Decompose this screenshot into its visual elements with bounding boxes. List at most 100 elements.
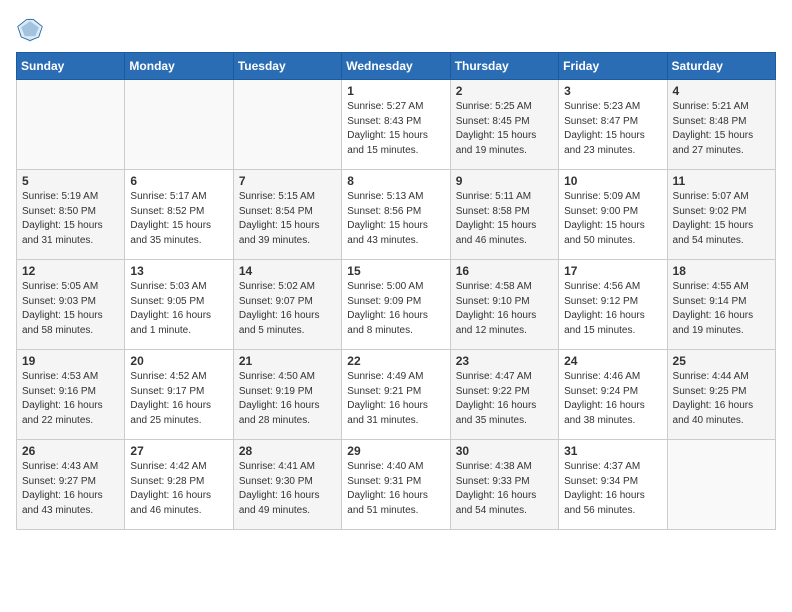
calendar-cell: 25Sunrise: 4:44 AMSunset: 9:25 PMDayligh… bbox=[667, 350, 775, 440]
day-number: 28 bbox=[239, 444, 336, 458]
day-number: 29 bbox=[347, 444, 444, 458]
day-number: 7 bbox=[239, 174, 336, 188]
day-info: Sunrise: 5:07 AMSunset: 9:02 PMDaylight:… bbox=[673, 190, 770, 248]
day-number: 1 bbox=[347, 84, 444, 98]
day-header-thursday: Thursday bbox=[450, 53, 558, 80]
day-number: 20 bbox=[130, 354, 227, 368]
day-header-wednesday: Wednesday bbox=[342, 53, 450, 80]
day-info: Sunrise: 5:27 AMSunset: 8:43 PMDaylight:… bbox=[347, 100, 444, 158]
day-info: Sunrise: 5:03 AMSunset: 9:05 PMDaylight:… bbox=[130, 280, 227, 338]
calendar-cell: 30Sunrise: 4:38 AMSunset: 9:33 PMDayligh… bbox=[450, 440, 558, 530]
day-info: Sunrise: 4:46 AMSunset: 9:24 PMDaylight:… bbox=[564, 370, 661, 428]
day-number: 16 bbox=[456, 264, 553, 278]
day-number: 9 bbox=[456, 174, 553, 188]
calendar-cell: 28 Sunrise: 4:41 AMSunset: 9:30 PMDayligh… bbox=[233, 440, 341, 530]
day-info: Sunrise: 4:50 AMSunset: 9:19 PMDaylight:… bbox=[239, 370, 336, 428]
calendar-cell: 20Sunrise: 4:52 AMSunset: 9:17 PMDayligh… bbox=[125, 350, 233, 440]
day-header-monday: Monday bbox=[125, 53, 233, 80]
day-number: 24 bbox=[564, 354, 661, 368]
calendar-cell: 7Sunrise: 5:15 AMSunset: 8:54 PMDaylight… bbox=[233, 170, 341, 260]
day-info: Sunrise: 4:37 AMSunset: 9:34 PMDaylight:… bbox=[564, 460, 661, 518]
day-info: Sunrise: 5:19 AMSunset: 8:50 PMDaylight:… bbox=[22, 190, 119, 248]
calendar-cell: 13 Sunrise: 5:03 AMSunset: 9:05 PMDayligh… bbox=[125, 260, 233, 350]
day-number: 14 bbox=[239, 264, 336, 278]
calendar-cell: 26 Sunrise: 4:43 AMSunset: 9:27 PMDayligh… bbox=[17, 440, 125, 530]
day-info: Sunrise: 5:17 AMSunset: 8:52 PMDaylight:… bbox=[130, 190, 227, 248]
day-info: Sunrise: 5:21 AMSunset: 8:48 PMDaylight:… bbox=[673, 100, 770, 158]
calendar-cell: 31 Sunrise: 4:37 AMSunset: 9:34 PMDayligh… bbox=[559, 440, 667, 530]
calendar-cell: 21 Sunrise: 4:50 AMSunset: 9:19 PMDayligh… bbox=[233, 350, 341, 440]
day-number: 15 bbox=[347, 264, 444, 278]
calendar-cell: 24 Sunrise: 4:46 AMSunset: 9:24 PMDayligh… bbox=[559, 350, 667, 440]
day-number: 31 bbox=[564, 444, 661, 458]
day-number: 8 bbox=[347, 174, 444, 188]
day-info: Sunrise: 4:55 AMSunset: 9:14 PMDaylight:… bbox=[673, 280, 770, 338]
day-number: 12 bbox=[22, 264, 119, 278]
day-number: 23 bbox=[456, 354, 553, 368]
calendar-cell: 2 Sunrise: 5:25 AMSunset: 8:45 PMDaylight… bbox=[450, 80, 558, 170]
day-info: Sunrise: 5:05 AMSunset: 9:03 PMDaylight:… bbox=[22, 280, 119, 338]
calendar-cell: 29 Sunrise: 4:40 AMSunset: 9:31 PMDayligh… bbox=[342, 440, 450, 530]
calendar-cell: 10 Sunrise: 5:09 AMSunset: 9:00 PMDayligh… bbox=[559, 170, 667, 260]
day-info: Sunrise: 4:38 AMSunset: 9:33 PMDaylight:… bbox=[456, 460, 553, 518]
day-info: Sunrise: 5:09 AMSunset: 9:00 PMDaylight:… bbox=[564, 190, 661, 248]
calendar-cell: 5Sunrise: 5:19 AMSunset: 8:50 PMDaylight… bbox=[17, 170, 125, 260]
day-number: 27 bbox=[130, 444, 227, 458]
calendar-cell bbox=[125, 80, 233, 170]
day-number: 19 bbox=[22, 354, 119, 368]
calendar-cell: 12 Sunrise: 5:05 AMSunset: 9:03 PMDayligh… bbox=[17, 260, 125, 350]
day-number: 22 bbox=[347, 354, 444, 368]
day-info: Sunrise: 4:43 AMSunset: 9:27 PMDaylight:… bbox=[22, 460, 119, 518]
calendar-cell: 6 Sunrise: 5:17 AMSunset: 8:52 PMDaylight… bbox=[125, 170, 233, 260]
day-header-saturday: Saturday bbox=[667, 53, 775, 80]
day-info: Sunrise: 5:02 AMSunset: 9:07 PMDaylight:… bbox=[239, 280, 336, 338]
calendar-cell: 15Sunrise: 5:00 AMSunset: 9:09 PMDayligh… bbox=[342, 260, 450, 350]
day-number: 10 bbox=[564, 174, 661, 188]
calendar-cell: 19 Sunrise: 4:53 AMSunset: 9:16 PMDayligh… bbox=[17, 350, 125, 440]
day-number: 13 bbox=[130, 264, 227, 278]
calendar-cell bbox=[233, 80, 341, 170]
calendar-cell bbox=[17, 80, 125, 170]
calendar-cell: 4 Sunrise: 5:21 AMSunset: 8:48 PMDaylight… bbox=[667, 80, 775, 170]
day-info: Sunrise: 5:11 AMSunset: 8:58 PMDaylight:… bbox=[456, 190, 553, 248]
day-number: 17 bbox=[564, 264, 661, 278]
day-number: 18 bbox=[673, 264, 770, 278]
day-header-tuesday: Tuesday bbox=[233, 53, 341, 80]
logo bbox=[16, 16, 48, 44]
calendar-cell: 16 Sunrise: 4:58 AMSunset: 9:10 PMDayligh… bbox=[450, 260, 558, 350]
calendar-week-row: 5Sunrise: 5:19 AMSunset: 8:50 PMDaylight… bbox=[17, 170, 776, 260]
day-number: 26 bbox=[22, 444, 119, 458]
day-info: Sunrise: 4:56 AMSunset: 9:12 PMDaylight:… bbox=[564, 280, 661, 338]
day-info: Sunrise: 4:40 AMSunset: 9:31 PMDaylight:… bbox=[347, 460, 444, 518]
day-info: Sunrise: 4:41 AMSunset: 9:30 PMDaylight:… bbox=[239, 460, 336, 518]
calendar-cell bbox=[667, 440, 775, 530]
calendar-cell: 23 Sunrise: 4:47 AMSunset: 9:22 PMDayligh… bbox=[450, 350, 558, 440]
day-info: Sunrise: 4:58 AMSunset: 9:10 PMDaylight:… bbox=[456, 280, 553, 338]
calendar-cell: 22 Sunrise: 4:49 AMSunset: 9:21 PMDayligh… bbox=[342, 350, 450, 440]
day-header-sunday: Sunday bbox=[17, 53, 125, 80]
day-number: 2 bbox=[456, 84, 553, 98]
calendar-table: SundayMondayTuesdayWednesdayThursdayFrid… bbox=[16, 52, 776, 530]
calendar-cell: 14 Sunrise: 5:02 AMSunset: 9:07 PMDayligh… bbox=[233, 260, 341, 350]
day-info: Sunrise: 4:53 AMSunset: 9:16 PMDaylight:… bbox=[22, 370, 119, 428]
calendar-cell: 9 Sunrise: 5:11 AMSunset: 8:58 PMDaylight… bbox=[450, 170, 558, 260]
calendar-week-row: 1 Sunrise: 5:27 AMSunset: 8:43 PMDaylight… bbox=[17, 80, 776, 170]
calendar-week-row: 26 Sunrise: 4:43 AMSunset: 9:27 PMDayligh… bbox=[17, 440, 776, 530]
day-info: Sunrise: 4:47 AMSunset: 9:22 PMDaylight:… bbox=[456, 370, 553, 428]
day-info: Sunrise: 4:44 AMSunset: 9:25 PMDaylight:… bbox=[673, 370, 770, 428]
calendar-cell: 17 Sunrise: 4:56 AMSunset: 9:12 PMDayligh… bbox=[559, 260, 667, 350]
day-number: 6 bbox=[130, 174, 227, 188]
day-header-friday: Friday bbox=[559, 53, 667, 80]
day-info: Sunrise: 4:42 AMSunset: 9:28 PMDaylight:… bbox=[130, 460, 227, 518]
calendar-cell: 27 Sunrise: 4:42 AMSunset: 9:28 PMDayligh… bbox=[125, 440, 233, 530]
day-info: Sunrise: 5:25 AMSunset: 8:45 PMDaylight:… bbox=[456, 100, 553, 158]
logo-icon bbox=[16, 16, 44, 44]
calendar-cell: 18 Sunrise: 4:55 AMSunset: 9:14 PMDayligh… bbox=[667, 260, 775, 350]
calendar-week-row: 12 Sunrise: 5:05 AMSunset: 9:03 PMDayligh… bbox=[17, 260, 776, 350]
calendar-cell: 1 Sunrise: 5:27 AMSunset: 8:43 PMDaylight… bbox=[342, 80, 450, 170]
calendar-header-row: SundayMondayTuesdayWednesdayThursdayFrid… bbox=[17, 53, 776, 80]
day-info: Sunrise: 4:49 AMSunset: 9:21 PMDaylight:… bbox=[347, 370, 444, 428]
day-number: 21 bbox=[239, 354, 336, 368]
day-number: 4 bbox=[673, 84, 770, 98]
calendar-week-row: 19 Sunrise: 4:53 AMSunset: 9:16 PMDayligh… bbox=[17, 350, 776, 440]
